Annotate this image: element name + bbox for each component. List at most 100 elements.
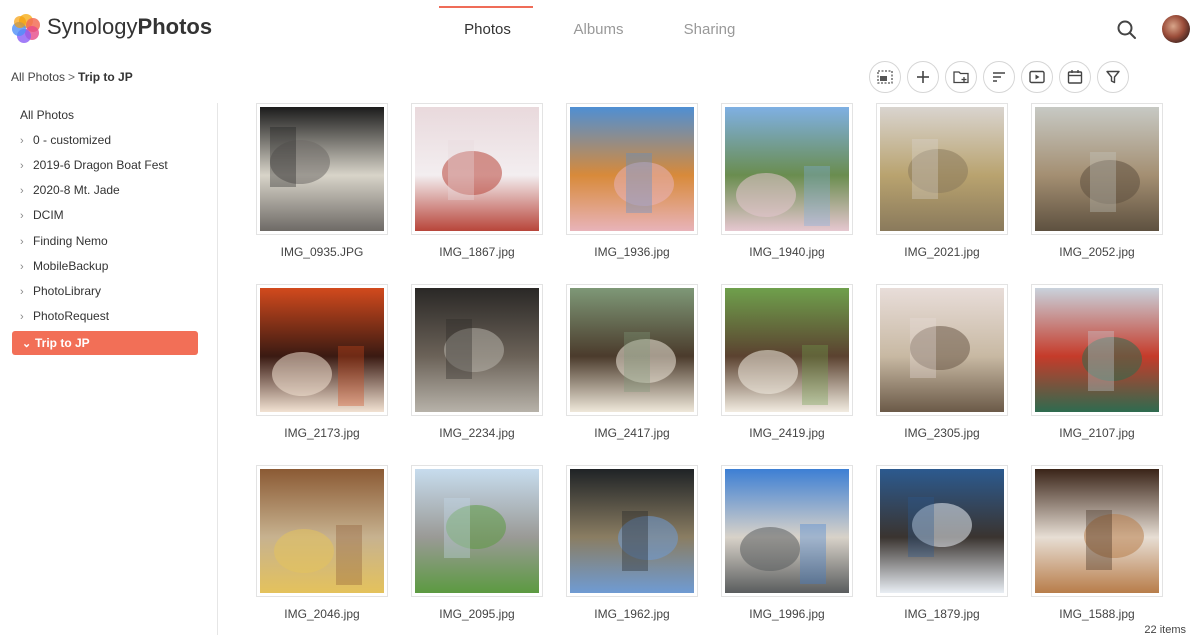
photo-thumbnail-frame[interactable] (566, 465, 698, 597)
photo-filename: IMG_1936.jpg (594, 245, 670, 259)
search-icon[interactable] (1114, 17, 1140, 43)
chevron-right-icon[interactable]: › (20, 255, 33, 279)
breadcrumb-current: Trip to JP (78, 70, 133, 84)
chevron-right-icon[interactable]: › (20, 280, 33, 304)
sidebar-item-label: PhotoLibrary (33, 284, 102, 298)
sidebar-item-folder[interactable]: › MobileBackup (12, 254, 198, 278)
chevron-right-icon[interactable]: › (20, 154, 33, 178)
tab-albums[interactable]: Albums (543, 0, 654, 58)
photo-thumbnail-frame[interactable] (566, 284, 698, 416)
tab-sharing[interactable]: Sharing (654, 0, 765, 58)
photo-thumbnail-frame[interactable] (256, 465, 388, 597)
photo-tile[interactable]: IMG_1962.jpg (566, 465, 698, 623)
photo-tile[interactable]: IMG_1867.jpg (411, 103, 543, 261)
photo-thumbnail[interactable] (880, 107, 1004, 231)
photo-thumbnail-frame[interactable] (721, 284, 853, 416)
sidebar-item-folder[interactable]: › DCIM (12, 203, 198, 227)
photo-tile[interactable]: IMG_1940.jpg (721, 103, 853, 261)
sidebar-item-all-photos[interactable]: All Photos (12, 103, 198, 127)
photo-thumbnail[interactable] (725, 288, 849, 412)
chevron-down-icon[interactable]: ⌄ (22, 332, 35, 356)
photo-tile[interactable]: IMG_2305.jpg (876, 284, 1008, 442)
header: SynologyPhotos Photos Albums Sharing (0, 0, 1192, 58)
sidebar-item-folder[interactable]: › 0 - customized (12, 128, 198, 152)
filter-button[interactable] (1097, 61, 1129, 93)
photo-thumbnail-frame[interactable] (721, 103, 853, 235)
tab-photos[interactable]: Photos (432, 0, 543, 58)
photo-thumbnail[interactable] (570, 288, 694, 412)
photo-thumbnail[interactable] (1035, 469, 1159, 593)
photo-thumbnail-frame[interactable] (876, 465, 1008, 597)
photo-tile[interactable]: IMG_2234.jpg (411, 284, 543, 442)
photo-tile[interactable]: IMG_1936.jpg (566, 103, 698, 261)
photo-filename: IMG_2305.jpg (904, 426, 980, 440)
calendar-button[interactable] (1059, 61, 1091, 93)
photo-thumbnail-frame[interactable] (566, 103, 698, 235)
photo-filename: IMG_1996.jpg (749, 607, 825, 621)
avatar[interactable] (1162, 15, 1190, 43)
photo-tile[interactable]: IMG_2095.jpg (411, 465, 543, 623)
photo-tile[interactable]: IMG_2173.jpg (256, 284, 388, 442)
sidebar-item-trip-to-jp[interactable]: ⌄ Trip to JP (12, 331, 198, 355)
chevron-right-icon[interactable]: › (20, 230, 33, 254)
photo-thumbnail[interactable] (1035, 288, 1159, 412)
sidebar-item-label: Finding Nemo (33, 234, 108, 248)
photo-thumbnail-frame[interactable] (411, 284, 543, 416)
photo-thumbnail[interactable] (725, 469, 849, 593)
photo-thumbnail[interactable] (415, 469, 539, 593)
brand-regular: Synology (47, 14, 138, 39)
create-folder-button[interactable] (945, 61, 977, 93)
photo-thumbnail[interactable] (880, 469, 1004, 593)
add-button[interactable] (907, 61, 939, 93)
photo-tile[interactable]: IMG_2046.jpg (256, 465, 388, 623)
sidebar-item-folder[interactable]: › PhotoRequest (12, 304, 198, 328)
photo-thumbnail-frame[interactable] (411, 103, 543, 235)
photo-tile[interactable]: IMG_1879.jpg (876, 465, 1008, 623)
photo-thumbnail-frame[interactable] (411, 465, 543, 597)
photo-thumbnail[interactable] (415, 288, 539, 412)
photo-tile[interactable]: IMG_0935.JPG (256, 103, 388, 261)
photo-thumbnail-frame[interactable] (876, 284, 1008, 416)
photo-thumbnail[interactable] (725, 107, 849, 231)
brand-bold: Photos (137, 14, 213, 39)
chevron-right-icon[interactable]: › (20, 305, 33, 329)
photo-thumbnail-frame[interactable] (876, 103, 1008, 235)
photo-thumbnail-frame[interactable] (256, 103, 388, 235)
photo-thumbnail[interactable] (570, 107, 694, 231)
sidebar-item-label: MobileBackup (33, 259, 109, 273)
sidebar-item-folder[interactable]: › Finding Nemo (12, 229, 198, 253)
photo-thumbnail[interactable] (1035, 107, 1159, 231)
select-button[interactable] (869, 61, 901, 93)
breadcrumb-parent[interactable]: All Photos (11, 70, 65, 84)
chevron-right-icon[interactable]: › (20, 204, 33, 228)
photo-thumbnail[interactable] (415, 107, 539, 231)
photo-tile[interactable]: IMG_1996.jpg (721, 465, 853, 623)
sidebar-item-label: 0 - customized (33, 133, 112, 147)
photo-thumbnail[interactable] (570, 469, 694, 593)
photo-thumbnail-frame[interactable] (1031, 284, 1163, 416)
photo-tile[interactable]: IMG_2107.jpg (1031, 284, 1163, 442)
sidebar-item-folder[interactable]: › 2020-8 Mt. Jade (12, 178, 198, 202)
sidebar-item-folder[interactable]: › PhotoLibrary (12, 279, 198, 303)
sort-button[interactable] (983, 61, 1015, 93)
photo-tile[interactable]: IMG_2021.jpg (876, 103, 1008, 261)
photo-tile[interactable]: IMG_2417.jpg (566, 284, 698, 442)
photo-tile[interactable]: IMG_1588.jpg (1031, 465, 1163, 623)
photo-filename: IMG_1940.jpg (749, 245, 825, 259)
photo-thumbnail-frame[interactable] (256, 284, 388, 416)
photo-thumbnail-frame[interactable] (1031, 103, 1163, 235)
chevron-right-icon[interactable]: › (20, 129, 33, 153)
photo-tile[interactable]: IMG_2419.jpg (721, 284, 853, 442)
photo-thumbnail-frame[interactable] (721, 465, 853, 597)
photo-thumbnail[interactable] (260, 107, 384, 231)
photo-thumbnail[interactable] (260, 288, 384, 412)
photo-thumbnail[interactable] (880, 288, 1004, 412)
photo-thumbnail[interactable] (260, 469, 384, 593)
breadcrumb: All Photos > Trip to JP (11, 70, 133, 84)
photo-tile[interactable]: IMG_2052.jpg (1031, 103, 1163, 261)
chevron-right-icon[interactable]: › (20, 179, 33, 203)
slideshow-button[interactable] (1021, 61, 1053, 93)
sidebar-item-folder[interactable]: › 2019-6 Dragon Boat Fest (12, 153, 198, 177)
photo-thumbnail-frame[interactable] (1031, 465, 1163, 597)
item-count: 22 items (1144, 624, 1186, 635)
